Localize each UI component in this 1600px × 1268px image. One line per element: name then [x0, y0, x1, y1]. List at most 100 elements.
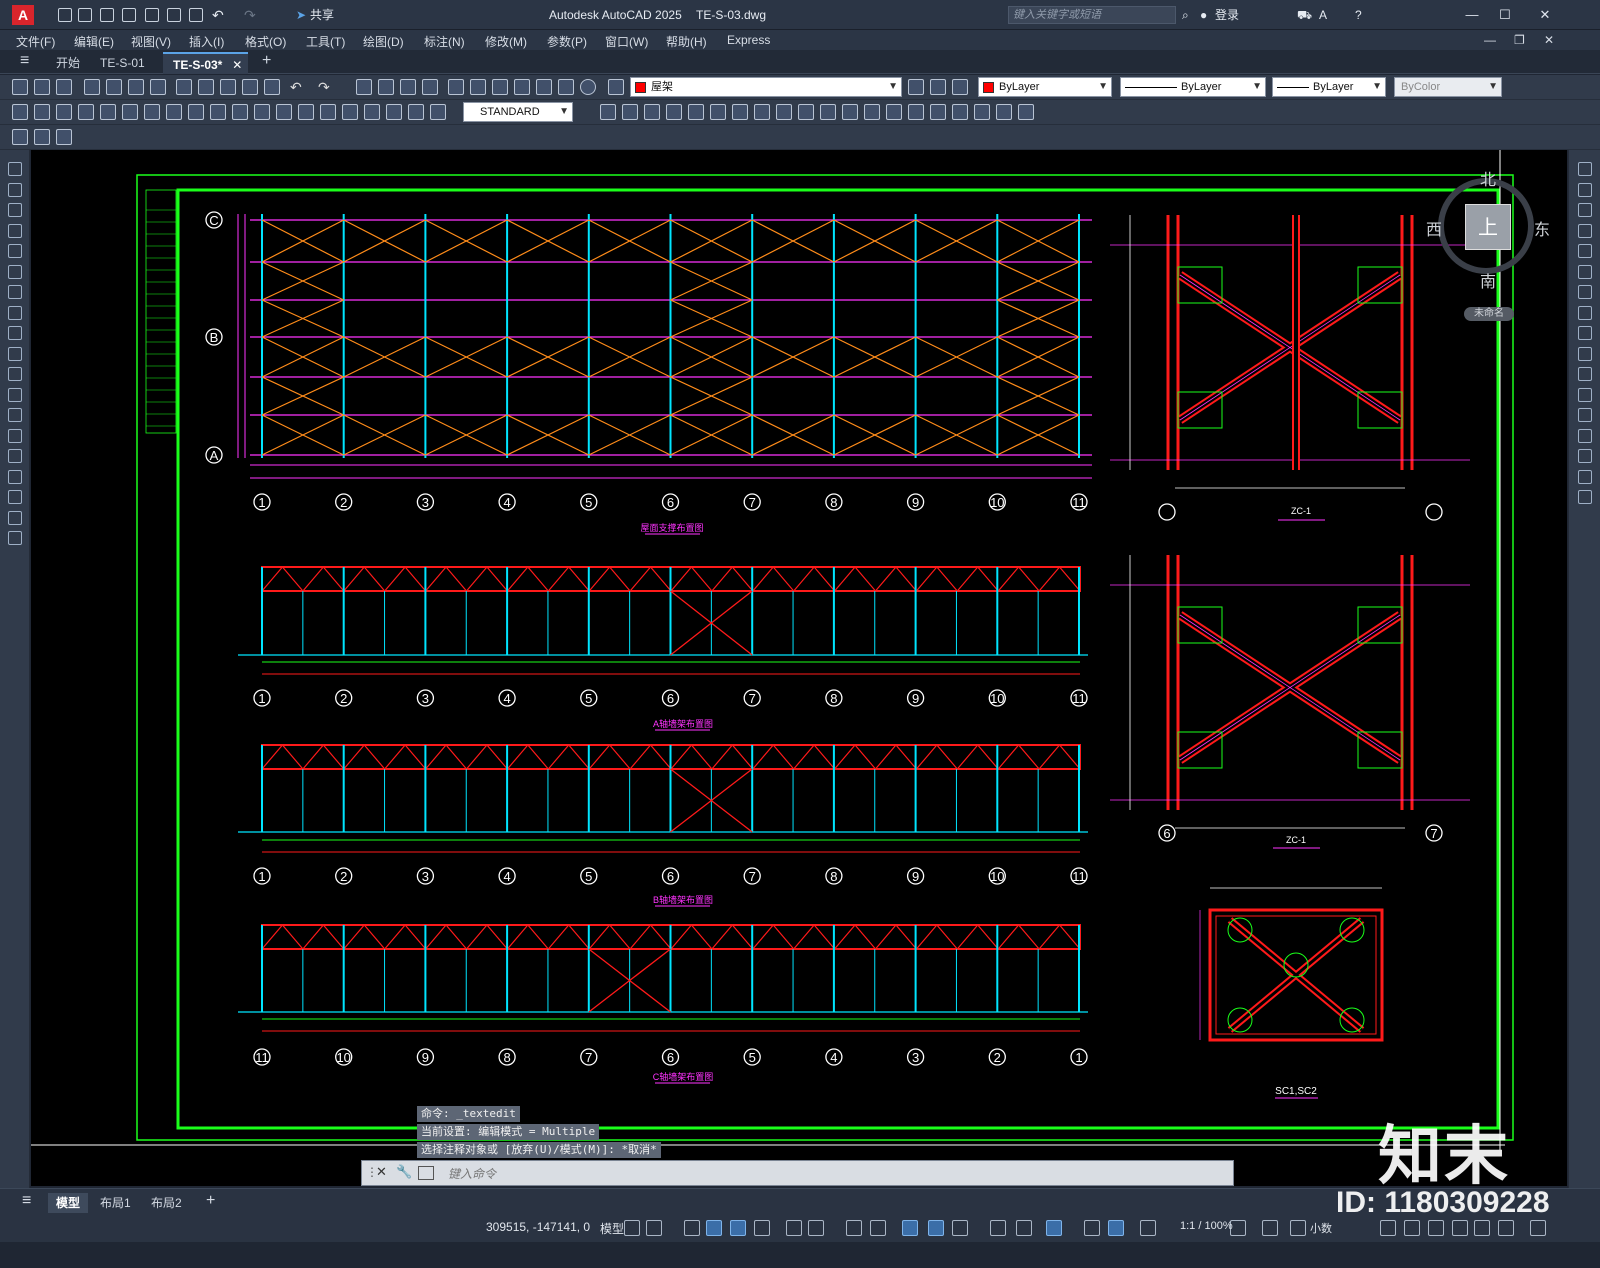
login-button[interactable]: 登录: [1215, 5, 1239, 25]
status-toggle-11-icon[interactable]: [902, 1220, 918, 1236]
save-icon[interactable]: [100, 8, 114, 22]
status-toggle-22-icon[interactable]: [1290, 1220, 1306, 1236]
help-icon[interactable]: ?: [1355, 5, 1362, 25]
make-current-icon[interactable]: [908, 79, 924, 95]
status-toggle-28-icon[interactable]: [1498, 1220, 1514, 1236]
layer-dropdown[interactable]: 屋架 ▼: [630, 77, 902, 97]
menu-edit[interactable]: 编辑(E): [74, 33, 114, 50]
customize-icon[interactable]: 🔧: [396, 1164, 412, 1180]
dim-tool-4-icon[interactable]: [78, 104, 94, 120]
modify-tool-13-icon[interactable]: [1578, 408, 1592, 422]
modify-tool-17-icon[interactable]: [1578, 490, 1592, 504]
menu-help[interactable]: 帮助(H): [666, 33, 707, 50]
modify-tool-2-icon[interactable]: [1578, 183, 1592, 197]
zoom-realtime-icon[interactable]: [378, 79, 394, 95]
linetype-dropdown[interactable]: ByLayer ▼: [1120, 77, 1266, 97]
layer-properties-icon[interactable]: [608, 79, 624, 95]
dim-tool-3-icon[interactable]: [56, 104, 72, 120]
units-dropdown[interactable]: 小数: [1310, 1220, 1332, 1236]
draw-tool-10-icon[interactable]: [8, 347, 22, 361]
viewcube[interactable]: 上 北 南 西 东 未命名: [1426, 172, 1550, 321]
status-toggle-6-icon[interactable]: [754, 1220, 770, 1236]
sheet-set-icon[interactable]: [514, 79, 530, 95]
status-toggle-5-icon[interactable]: [730, 1220, 746, 1236]
zoom-window-icon[interactable]: [400, 79, 416, 95]
dim-tool-38-icon[interactable]: [974, 104, 990, 120]
status-toggle-8-icon[interactable]: [808, 1220, 824, 1236]
status-toggle-13-icon[interactable]: [952, 1220, 968, 1236]
wcs-menu[interactable]: 未命名: [1464, 307, 1514, 321]
status-toggle-27-icon[interactable]: [1474, 1220, 1490, 1236]
dim-tool-19-icon[interactable]: [408, 104, 424, 120]
share-icon[interactable]: ➤: [296, 5, 306, 25]
lineweight-dropdown[interactable]: ByLayer ▼: [1272, 77, 1386, 97]
layer-previous-icon[interactable]: [930, 79, 946, 95]
dim-tool-15-icon[interactable]: [320, 104, 336, 120]
menu-dimension[interactable]: 标注(N): [424, 33, 465, 50]
draw-tool-18-icon[interactable]: [8, 511, 22, 525]
dim-tool-40-icon[interactable]: [1018, 104, 1034, 120]
annotation-scale[interactable]: 1:1 / 100%: [1180, 1220, 1233, 1232]
dim-tool-21-icon[interactable]: [600, 104, 616, 120]
3d-print-icon[interactable]: [150, 79, 166, 95]
tab-start[interactable]: 开始: [46, 52, 90, 74]
menu-format[interactable]: 格式(O): [245, 33, 286, 50]
dim-tool-10-icon[interactable]: [210, 104, 226, 120]
draw-tool-19-icon[interactable]: [8, 531, 22, 545]
dim-tool-31-icon[interactable]: [820, 104, 836, 120]
status-toggle-1-icon[interactable]: [624, 1220, 640, 1236]
status-toggle-3-icon[interactable]: [684, 1220, 700, 1236]
menu-insert[interactable]: 插入(I): [189, 33, 224, 50]
tab-layout2[interactable]: 布局2: [143, 1193, 190, 1213]
model-space-button[interactable]: 模型: [600, 1220, 624, 1237]
add-layout-icon[interactable]: +: [198, 1191, 223, 1211]
open-file-icon[interactable]: [78, 8, 92, 22]
dim-tool-14-icon[interactable]: [298, 104, 314, 120]
block-insert-icon[interactable]: [12, 129, 28, 145]
layouts-menu-icon[interactable]: ≡: [14, 1191, 39, 1211]
modify-tool-16-icon[interactable]: [1578, 470, 1592, 484]
dim-tool-16-icon[interactable]: [342, 104, 358, 120]
draw-tool-5-icon[interactable]: [8, 244, 22, 258]
dim-tool-27-icon[interactable]: [732, 104, 748, 120]
draw-tool-4-icon[interactable]: [8, 224, 22, 238]
viewcube-south[interactable]: 南: [1480, 268, 1496, 292]
new-file-icon[interactable]: [58, 8, 72, 22]
viewcube-north[interactable]: 北: [1480, 166, 1496, 190]
save-as-icon[interactable]: [122, 8, 136, 22]
dim-tool-1-icon[interactable]: [12, 104, 28, 120]
dim-tool-36-icon[interactable]: [930, 104, 946, 120]
status-toggle-7-icon[interactable]: [786, 1220, 802, 1236]
dim-tool-37-icon[interactable]: [952, 104, 968, 120]
dim-tool-25-icon[interactable]: [688, 104, 704, 120]
dim-tool-18-icon[interactable]: [386, 104, 402, 120]
draw-tool-17-icon[interactable]: [8, 490, 22, 504]
status-toggle-18-icon[interactable]: [1108, 1220, 1124, 1236]
command-input[interactable]: 键入命令: [448, 1165, 496, 1182]
drawing-canvas[interactable]: C B A 1 2 3 4 5 6 7 8 9 10 11 屋面支撑布置图 1 2 3 4 5 6 7 8 9 10 11 A轴墙架…: [31, 150, 1567, 1186]
modify-tool-7-icon[interactable]: [1578, 285, 1592, 299]
autodesk-app-icon[interactable]: A: [1319, 5, 1327, 25]
user-icon[interactable]: ●: [1200, 5, 1207, 25]
modify-tool-5-icon[interactable]: [1578, 244, 1592, 258]
viewcube-top-face[interactable]: 上: [1465, 204, 1511, 250]
plot-icon[interactable]: [189, 8, 203, 22]
dim-tool-24-icon[interactable]: [666, 104, 682, 120]
plotstyle-dropdown[interactable]: ByColor ▼: [1394, 77, 1502, 97]
dim-tool-13-icon[interactable]: [276, 104, 292, 120]
tab-close-icon[interactable]: ✕: [232, 54, 242, 76]
status-toggle-14-icon[interactable]: [990, 1220, 1006, 1236]
status-toggle-24-icon[interactable]: [1404, 1220, 1420, 1236]
draw-tool-1-icon[interactable]: [8, 162, 22, 176]
print-icon[interactable]: [84, 79, 100, 95]
status-toggle-26-icon[interactable]: [1452, 1220, 1468, 1236]
new-tab-icon[interactable]: +: [252, 50, 281, 72]
doc-restore-button[interactable]: ❐: [1514, 33, 1525, 47]
tab-te-s-03[interactable]: TE-S-03* ✕: [163, 52, 249, 76]
status-toggle-17-icon[interactable]: [1084, 1220, 1100, 1236]
dim-tool-17-icon[interactable]: [364, 104, 380, 120]
dim-tool-20-icon[interactable]: [430, 104, 446, 120]
hamburger-menu-icon[interactable]: ≡: [10, 50, 39, 72]
viewcube-west[interactable]: 西: [1426, 216, 1442, 240]
coordinates-readout[interactable]: 309515, -147141, 0: [486, 1220, 590, 1234]
